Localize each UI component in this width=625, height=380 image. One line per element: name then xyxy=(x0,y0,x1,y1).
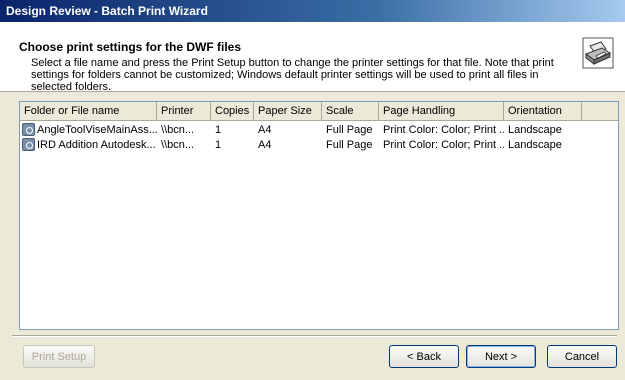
orientation-cell: Landscape xyxy=(508,139,562,151)
page-handling-cell: Print Color: Color; Print ... xyxy=(383,124,504,136)
file-name-cell: AngleToolViseMainAss... xyxy=(37,124,157,136)
print-setup-button[interactable]: Print Setup xyxy=(23,345,95,368)
column-header-filler xyxy=(582,102,618,120)
title-bar: Design Review - Batch Print Wizard xyxy=(0,0,625,22)
printer-cell: \\bcn... xyxy=(161,124,195,136)
column-header-file-name[interactable]: Folder or File name xyxy=(20,102,157,120)
column-header-copies[interactable]: Copies xyxy=(211,102,254,120)
printer-cell: \\bcn... xyxy=(161,139,195,151)
page-description: Select a file name and press the Print S… xyxy=(31,57,554,93)
next-button[interactable]: Next > xyxy=(466,345,536,368)
paper-size-cell: A4 xyxy=(258,139,272,151)
table-row[interactable]: AngleToolViseMainAss... \\bcn... 1 A4 Fu… xyxy=(20,123,618,137)
batch-print-wizard-window: Design Review - Batch Print Wizard Choos… xyxy=(0,0,625,380)
page-handling-cell: Print Color: Color; Print ... xyxy=(383,139,504,151)
scale-cell: Full Page xyxy=(326,139,373,151)
column-header-scale[interactable]: Scale xyxy=(322,102,379,120)
wizard-header: Choose print settings for the DWF files … xyxy=(0,22,625,93)
file-name-cell: IRD Addition Autodesk... xyxy=(37,139,156,151)
copies-cell: 1 xyxy=(215,124,222,136)
page-title: Choose print settings for the DWF files xyxy=(19,40,242,54)
column-header-printer[interactable]: Printer xyxy=(157,102,211,120)
paper-size-cell: A4 xyxy=(258,124,272,136)
copies-cell: 1 xyxy=(215,139,222,151)
scale-cell: Full Page xyxy=(326,124,373,136)
footer-divider xyxy=(12,335,617,337)
file-list[interactable]: Folder or File name Printer Copies Paper… xyxy=(19,101,619,330)
list-header: Folder or File name Printer Copies Paper… xyxy=(20,102,618,121)
column-header-orientation[interactable]: Orientation xyxy=(504,102,582,120)
table-row[interactable]: IRD Addition Autodesk... \\bcn... 1 A4 F… xyxy=(20,138,618,152)
printer-icon xyxy=(582,37,614,69)
back-button[interactable]: < Back xyxy=(389,345,459,368)
orientation-cell: Landscape xyxy=(508,124,562,136)
column-header-paper-size[interactable]: Paper Size xyxy=(254,102,322,120)
column-header-page-handling[interactable]: Page Handling xyxy=(379,102,504,120)
window-title: Design Review - Batch Print Wizard xyxy=(6,4,208,18)
cancel-button[interactable]: Cancel xyxy=(547,345,617,368)
